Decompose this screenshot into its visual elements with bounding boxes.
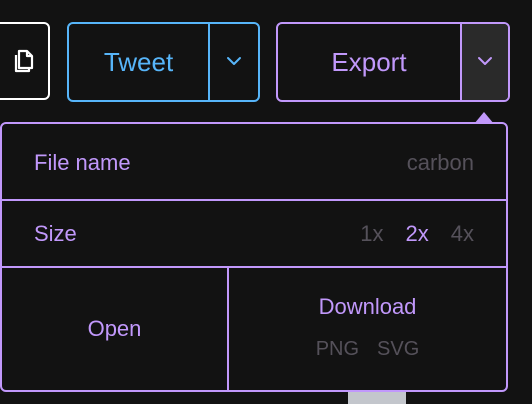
download-svg-button[interactable]: SVG: [377, 338, 419, 361]
tweet-button-group: Tweet: [67, 22, 260, 102]
size-row: Size 1x 2x 4x: [2, 201, 506, 268]
download-formats: PNG SVG: [229, 338, 506, 361]
size-label: Size: [34, 221, 77, 246]
actions-row: Open Download PNG SVG: [2, 268, 506, 390]
download-section: Download PNG SVG: [229, 268, 506, 390]
tweet-button[interactable]: Tweet: [69, 24, 210, 100]
size-option-4x[interactable]: 4x: [451, 221, 474, 247]
tweet-dropdown-button[interactable]: [210, 24, 258, 100]
export-button[interactable]: Export: [278, 24, 462, 100]
file-name-input[interactable]: [274, 150, 474, 176]
download-png-button[interactable]: PNG: [316, 338, 359, 361]
tweet-button-label: Tweet: [103, 46, 174, 77]
copy-button[interactable]: [0, 22, 50, 100]
background-strip: [348, 392, 406, 404]
size-options: 1x 2x 4x: [360, 221, 474, 247]
export-dropdown-button[interactable]: [462, 24, 508, 100]
export-button-label: Export: [331, 46, 407, 77]
open-button[interactable]: Open: [2, 268, 229, 390]
chevron-down-icon: [226, 53, 242, 71]
size-option-1x[interactable]: 1x: [360, 221, 383, 247]
chevron-down-icon: [477, 53, 493, 71]
size-option-2x[interactable]: 2x: [406, 221, 429, 247]
export-button-group: Export: [276, 22, 510, 102]
file-name-row: File name: [2, 124, 506, 201]
file-name-label: File name: [34, 150, 131, 175]
copy-icon: [12, 48, 34, 74]
open-button-label: Open: [87, 316, 142, 341]
export-menu: File name Size 1x 2x 4x Open Download PN…: [0, 122, 508, 392]
download-label: Download: [318, 294, 417, 319]
